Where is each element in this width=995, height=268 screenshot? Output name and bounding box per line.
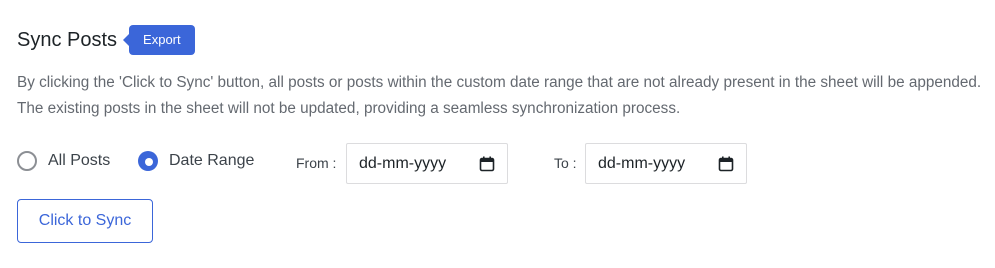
date-range-option[interactable]: Date Range [138,151,254,171]
all-posts-radio[interactable] [17,151,37,171]
section-title: Sync Posts [17,29,118,51]
date-range-label: Date Range [169,152,255,169]
sync-posts-panel: Sync Posts Export By clicking the 'Click… [0,0,995,268]
calendar-icon[interactable] [479,156,495,172]
date-range-radio[interactable] [138,151,158,171]
sync-options: All Posts Date Range From : dd-mm-yyyy T… [17,143,777,184]
from-label: From : [296,155,337,171]
export-badge: Export [123,25,195,55]
to-date-value: dd-mm-yyyy [598,154,686,172]
calendar-icon[interactable] [718,156,734,172]
to-date-input[interactable]: dd-mm-yyyy [585,143,747,184]
from-date-input[interactable]: dd-mm-yyyy [346,143,508,184]
description-text: By clicking the 'Click to Sync' button, … [17,74,982,117]
title-row: Sync Posts Export [17,25,195,55]
to-label: To : [554,155,577,171]
from-date-value: dd-mm-yyyy [359,154,447,172]
all-posts-option[interactable]: All Posts [17,151,110,171]
click-to-sync-button[interactable]: Click to Sync [17,199,153,243]
all-posts-label: All Posts [48,152,111,169]
